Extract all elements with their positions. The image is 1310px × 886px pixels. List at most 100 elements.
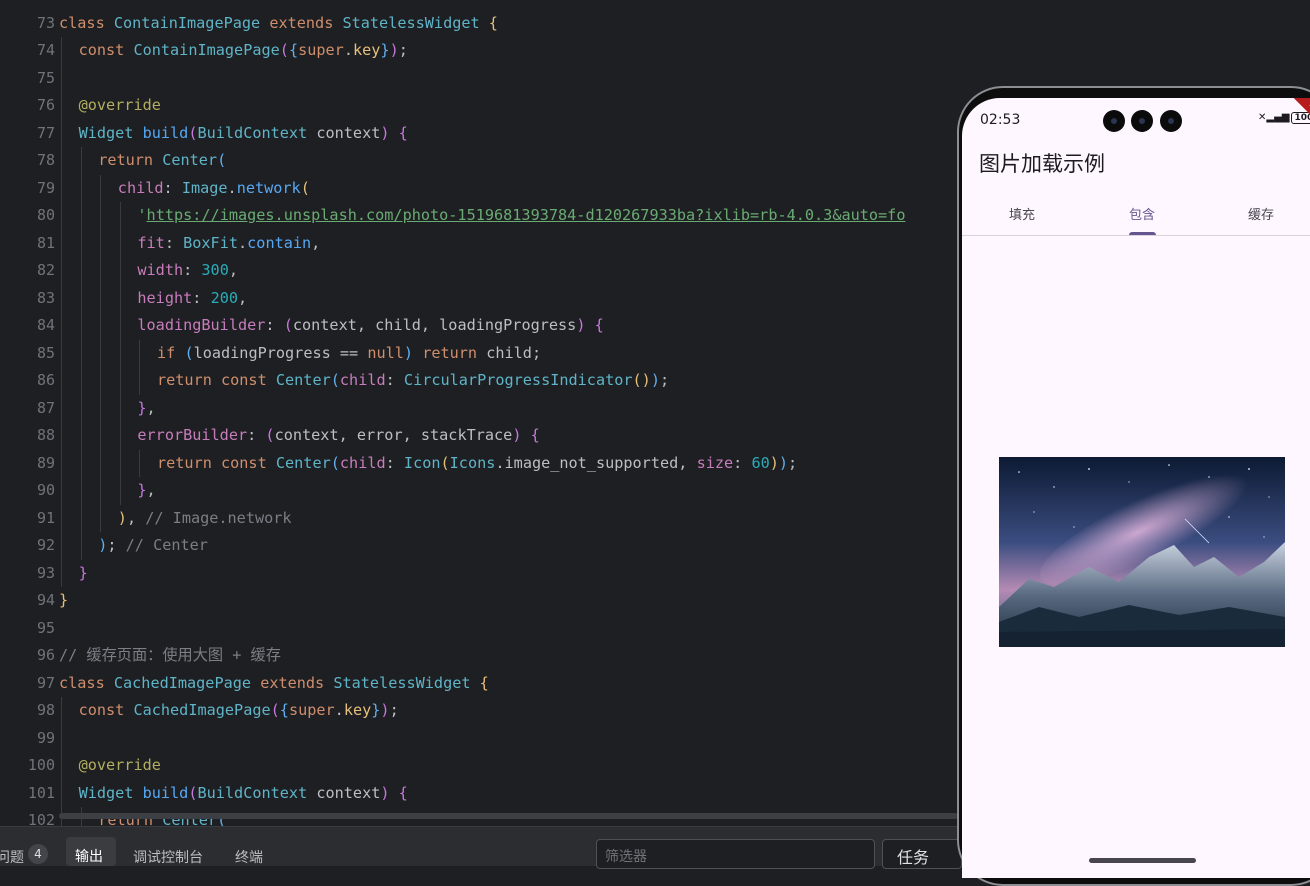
tab-contain[interactable]: 包含 <box>1129 204 1155 223</box>
code-token: : <box>183 261 202 279</box>
code-line[interactable]: 82 width: 300, <box>0 257 958 285</box>
code-token: class <box>59 13 114 32</box>
line-number: 86 <box>36 371 55 389</box>
indent-guide <box>80 504 82 532</box>
debug-banner: DEBUG <box>1287 98 1310 156</box>
code-token: super <box>298 41 344 59</box>
indent-guide <box>80 257 82 285</box>
code-token: . <box>334 701 344 719</box>
code-line[interactable]: 83 height: 200, <box>0 284 958 312</box>
code-line[interactable]: 93} <box>0 559 958 588</box>
status-time: 02:53 <box>980 112 1021 128</box>
tab-cache[interactable]: 缓存 <box>1248 204 1274 223</box>
code-token: ) <box>98 536 108 554</box>
indent-guide <box>119 394 121 422</box>
code-token: : <box>733 453 752 472</box>
code-token: ) <box>576 316 595 334</box>
code-line[interactable]: 101 Widget build(BuildContext context) { <box>0 779 958 807</box>
line-number: 80 <box>36 206 55 224</box>
code-line[interactable]: 96// 缓存页面：使用大图 + 缓存 <box>0 642 958 670</box>
code-token: const <box>78 701 134 719</box>
indent-guide <box>119 477 121 505</box>
tab-debug-console[interactable]: 调试控制台 <box>133 847 203 867</box>
code-line[interactable]: 76 @override <box>0 92 958 120</box>
code-line[interactable]: 94} <box>0 587 958 615</box>
code-token: 200 <box>210 288 238 307</box>
code-line[interactable]: 99 <box>0 724 958 752</box>
code-token: { <box>479 673 489 692</box>
code-line[interactable]: 90}, <box>0 477 958 505</box>
line-number: 95 <box>36 618 55 637</box>
code-line[interactable]: 89 return const Center(child: Icon(Icons.… <box>0 449 958 477</box>
code-token: context <box>316 783 381 802</box>
code-text: width: 300, <box>137 257 238 285</box>
code-line[interactable]: 98 const CachedImagePage({super.key}); <box>0 697 958 725</box>
code-token: ( <box>283 316 293 334</box>
tab-output[interactable]: 输出 <box>66 837 116 866</box>
code-token: ContainImagePage <box>113 13 270 32</box>
code-token: } <box>137 398 147 417</box>
code-line[interactable]: 95 <box>0 615 958 643</box>
code-line[interactable]: 88 errorBuilder: (context, error, stackTr… <box>0 422 958 450</box>
code-line[interactable]: 77 Widget build(BuildContext context) { <box>0 119 958 147</box>
indent-guide <box>61 257 62 285</box>
line-number: 74 <box>36 41 55 59</box>
tab-terminal[interactable]: 终端 <box>235 847 263 867</box>
indent-guide <box>61 532 62 560</box>
code-line[interactable]: 84 loadingBuilder: (context, child, loadi… <box>0 312 958 340</box>
code-token: } <box>59 591 69 609</box>
code-token: return <box>98 151 163 169</box>
code-token: ; <box>389 701 399 719</box>
tab-fill[interactable]: 填充 <box>1009 204 1035 223</box>
app-bar-title: 图片加载示例 <box>979 152 1105 176</box>
indent-guide <box>61 339 62 367</box>
code-token: ) <box>380 701 390 719</box>
code-token: extends <box>269 13 343 32</box>
code-line[interactable]: 73 class ContainImagePage extends Statele… <box>0 10 958 38</box>
code-line[interactable]: 91), // Image.network <box>0 504 958 532</box>
code-line[interactable]: 97 class CachedImagePage extends Stateles… <box>0 670 958 698</box>
code-line[interactable]: 74 const ContainImagePage({super.key}); <box>0 37 958 65</box>
code-token: ) <box>380 123 399 142</box>
code-line[interactable]: 100 @override <box>0 752 958 780</box>
code-token: , <box>311 233 321 252</box>
code-line[interactable]: 80 'https://images.unsplash.com/photo-151… <box>0 202 958 230</box>
home-indicator[interactable] <box>1089 858 1196 863</box>
code-line[interactable]: 78 return Center( <box>0 147 958 175</box>
code-token: child <box>339 371 386 389</box>
code-text: ); // Center <box>98 532 208 560</box>
code-text: class ContainImagePage extends Stateless… <box>59 10 498 38</box>
camera-icon <box>1131 110 1153 132</box>
indent-guide <box>61 559 62 587</box>
code-token: : <box>163 178 182 197</box>
code-token: : <box>247 426 266 444</box>
code-text: const ContainImagePage({super.key}); <box>79 37 408 65</box>
code-line[interactable]: 86 return const Center(child: CircularPro… <box>0 367 958 395</box>
code-token: context, error, stackTrace <box>274 426 513 444</box>
code-line[interactable]: 87}, <box>0 394 958 422</box>
code-token: { <box>288 41 299 59</box>
code-line[interactable]: 81 fit: BoxFit.contain, <box>0 229 958 257</box>
code-text: } <box>79 560 88 588</box>
indent-guide <box>61 367 62 395</box>
code-token: . <box>227 178 237 197</box>
indent-guide <box>100 339 102 367</box>
code-token: Image <box>181 178 228 197</box>
tab-problems[interactable]: 问题 <box>0 847 24 867</box>
code-line[interactable]: 75 <box>0 64 958 92</box>
code-line[interactable]: 92 ); // Center <box>0 532 958 560</box>
code-line[interactable]: 79 child: Image.network( <box>0 174 958 202</box>
indent-guide <box>61 229 62 257</box>
line-number: 92 <box>36 536 55 554</box>
code-line[interactable]: 85 if (loadingProgress == null) return ch… <box>0 339 958 367</box>
code-token: { <box>279 701 289 719</box>
code-token: } <box>137 481 147 499</box>
code-editor[interactable]: 73 class ContainImagePage extends Statele… <box>0 0 958 826</box>
indent-guide <box>61 312 62 340</box>
code-token: BoxFit <box>183 233 238 252</box>
indent-guide <box>100 477 102 505</box>
code-token: extends <box>260 673 334 692</box>
code-token: CachedImagePage <box>113 673 261 692</box>
indent-guide <box>80 367 82 395</box>
horizontal-scrollbar[interactable] <box>59 813 958 819</box>
